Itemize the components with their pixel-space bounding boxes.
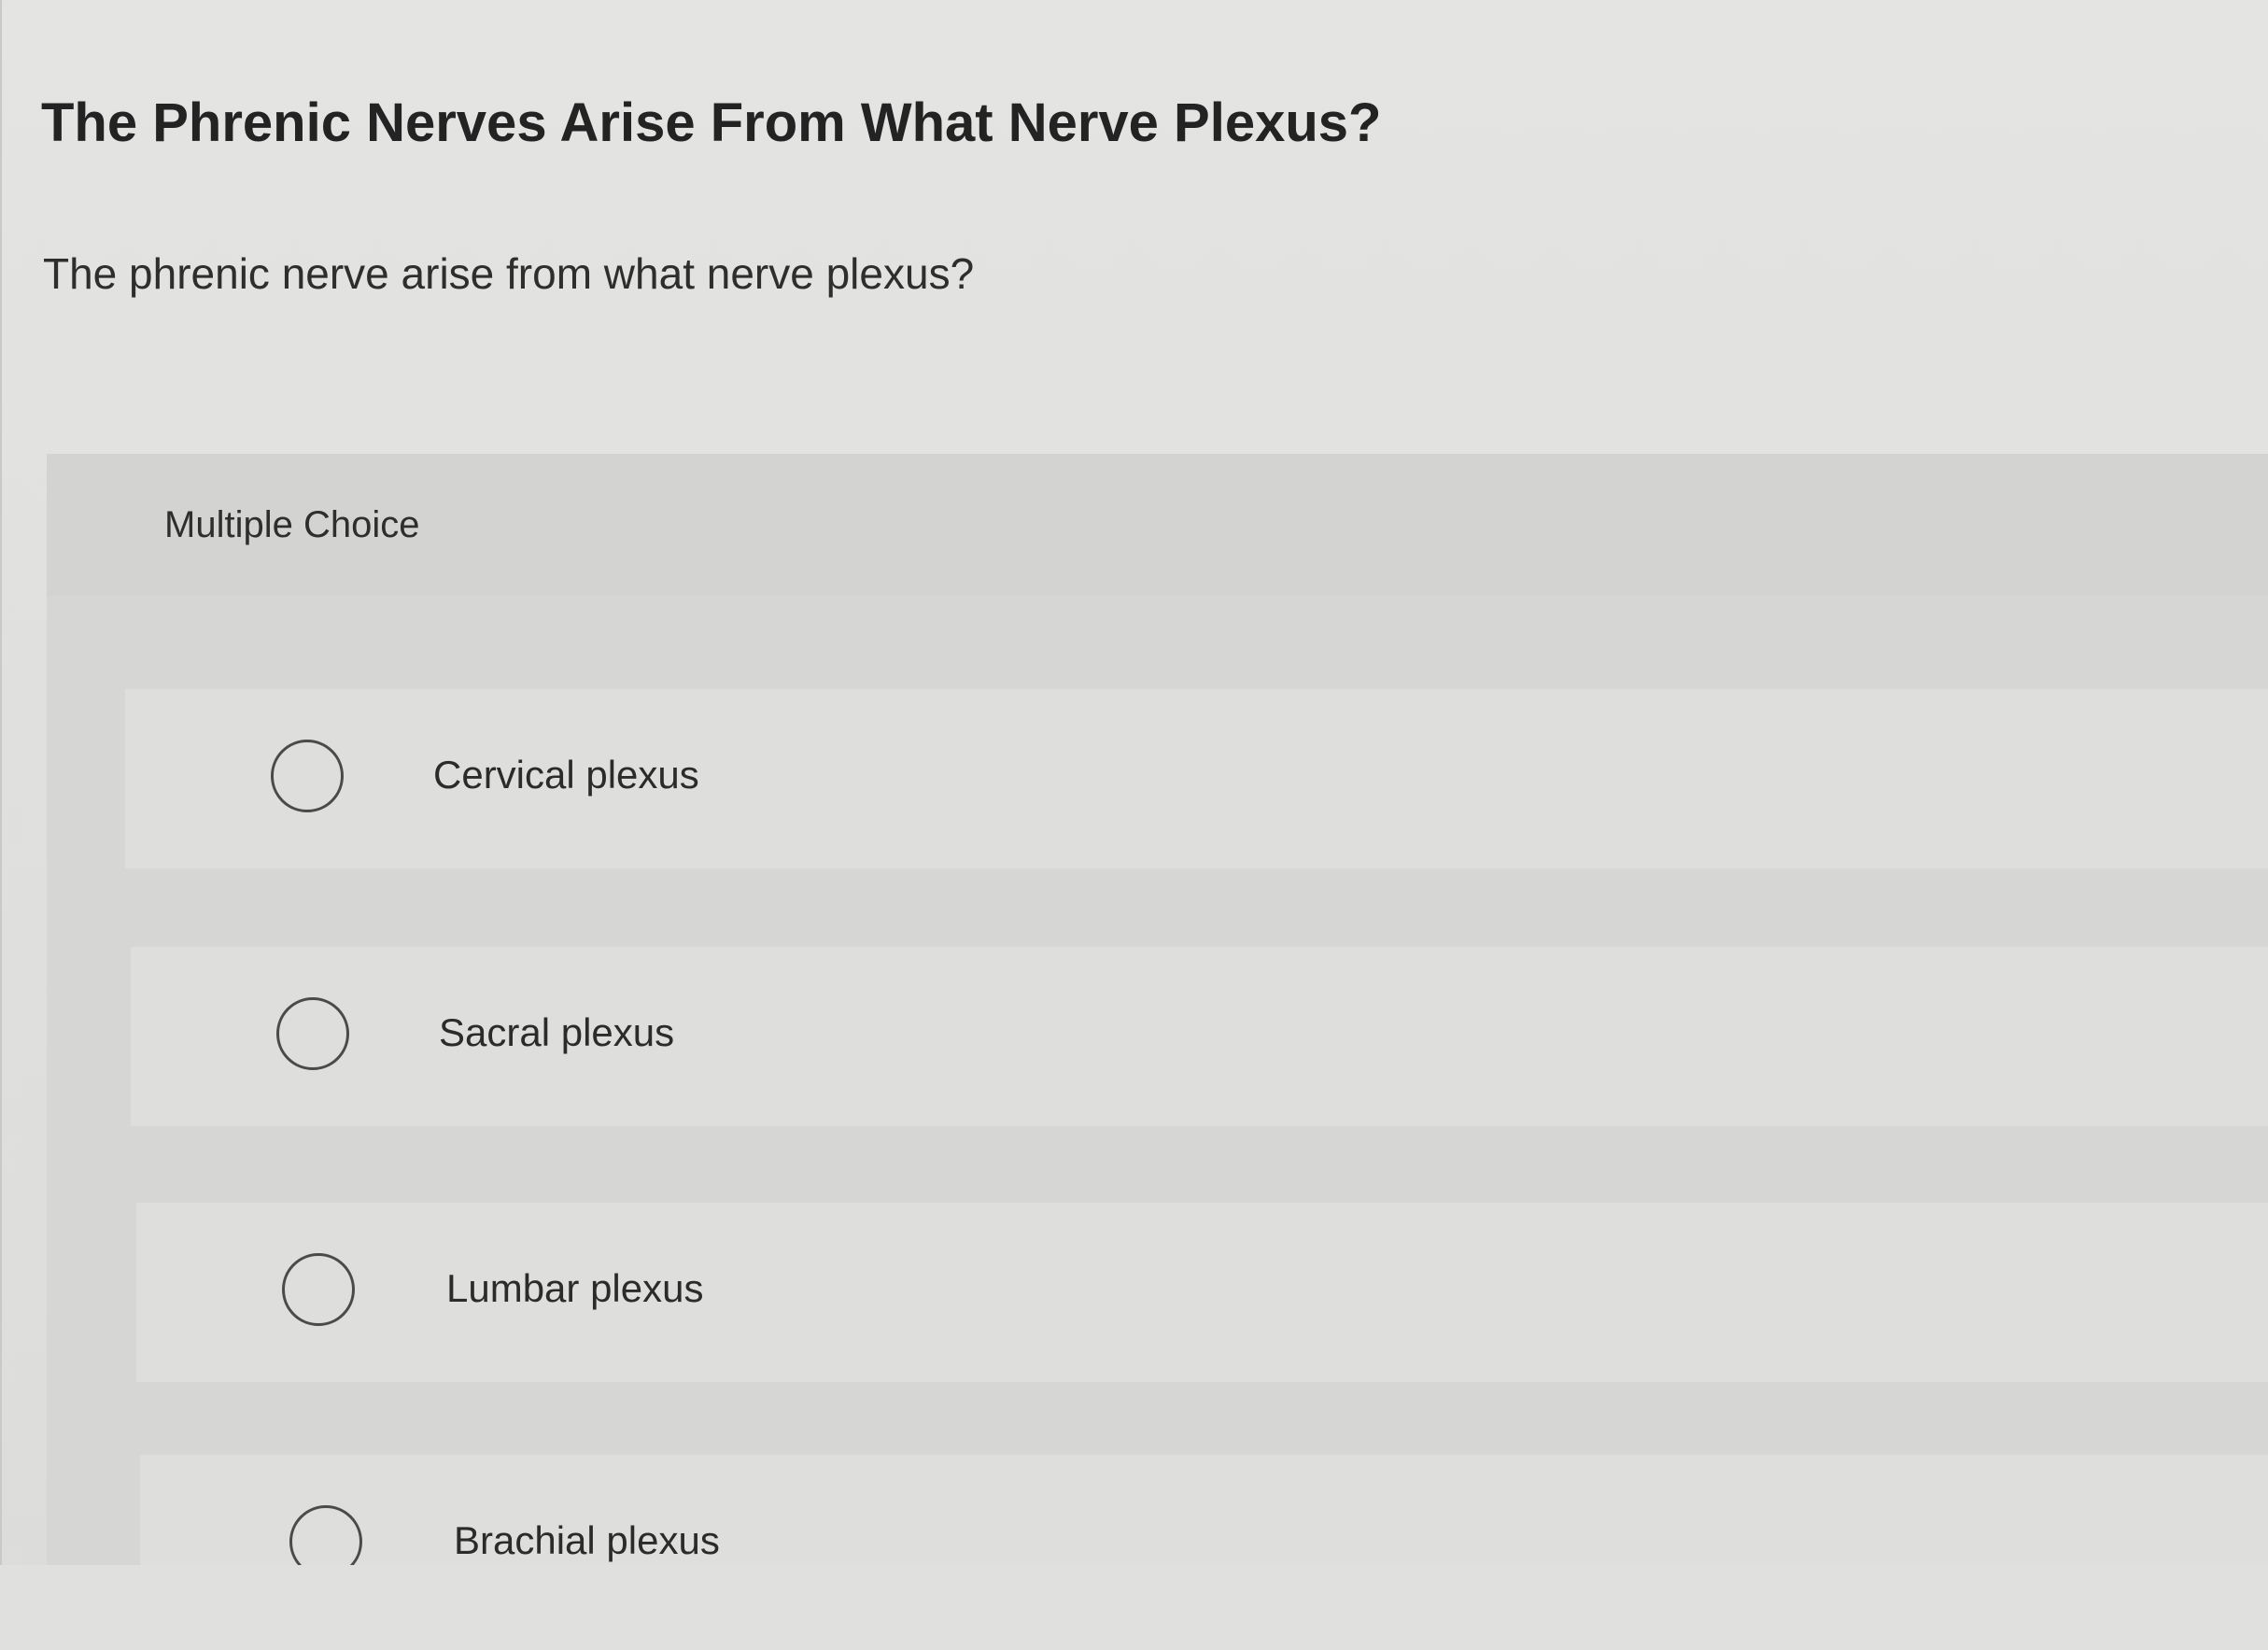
option-label: Sacral plexus [439,1010,675,1054]
option-brachial-plexus[interactable]: Brachial plexus [140,1455,2268,1578]
option-lumbar-plexus[interactable]: Lumbar plexus [136,1203,2268,1382]
radio-unchecked-icon[interactable] [276,997,349,1070]
bottom-strip [0,1565,2268,1650]
radio-unchecked-icon[interactable] [271,740,344,812]
multiple-choice-header: Multiple Choice [47,454,2268,596]
option-cervical-plexus[interactable]: Cervical plexus [125,689,2268,868]
option-sacral-plexus[interactable]: Sacral plexus [131,947,2268,1126]
option-label: Lumbar plexus [446,1266,704,1310]
question-text: The phrenic nerve arise from what nerve … [43,249,975,298]
multiple-choice-panel: Multiple Choice Cervical plexus Sacral p… [47,454,2268,1578]
option-label: Brachial plexus [454,1518,720,1562]
multiple-choice-label: Multiple Choice [164,504,420,545]
page-title: The Phrenic Nerves Arise From What Nerve… [41,92,1382,153]
radio-unchecked-icon[interactable] [282,1253,355,1326]
option-label: Cervical plexus [433,753,699,797]
